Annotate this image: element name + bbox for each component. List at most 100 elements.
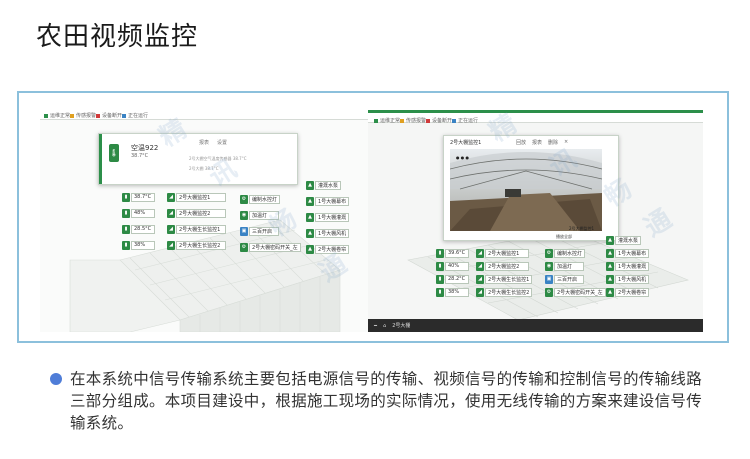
video-feed[interactable]: ● ● ● [450, 149, 602, 231]
sensor-temperature[interactable]: ▮ 39.6°C [436, 248, 469, 258]
close-icon[interactable]: × [564, 139, 568, 146]
control-label: 2号大棚密码开关_左 [554, 287, 606, 297]
camera-item[interactable]: ◢ 2号大棚监控2 [167, 208, 226, 218]
camera-item[interactable]: ◢ 2号大棚监控2 [476, 261, 529, 271]
left-dashboard-panel: 运维正常 传感报警 设备断开 正在运行 🌡 空温922 38.7°C 报表 设置 [40, 110, 368, 332]
control-label: 三百开启 [249, 226, 279, 236]
camera-item[interactable]: ◢ 2号大棚监控1 [167, 192, 226, 202]
camera-icon: ◢ [476, 287, 484, 297]
popup-hint: 2号大棚 38.7°C [189, 166, 219, 171]
device-item[interactable]: ▲ 2号大棚卷帘 [606, 287, 650, 297]
report-button[interactable]: 报表 [199, 139, 209, 146]
thermometer-icon: ▮ [122, 224, 130, 234]
switch-icon: ⚙ [545, 287, 553, 297]
sensor-value: 38% [445, 287, 469, 297]
device-item[interactable]: ▲ 1号大棚风机 [306, 228, 350, 238]
sensor-name: 空温922 [131, 144, 159, 152]
camera-item[interactable]: ◢ 2号大棚生长监控2 [167, 240, 226, 250]
device-item[interactable]: ▲ 1号大棚幕布 [306, 196, 350, 206]
device-item[interactable]: ▲ 1号大棚幕布 [606, 248, 650, 258]
video-popup-toolbar: 回放 报表 删除 × [516, 139, 568, 146]
control-item[interactable]: ◉ 加温灯 [545, 261, 584, 271]
video-popup-card[interactable]: 2号大棚监控1 回放 报表 删除 × ● ● ● 2号大棚监控1 播放全部 [443, 135, 619, 241]
device-item[interactable]: ▲ 1号大棚灌溉 [306, 212, 350, 222]
camera-label: 2号大棚监控2 [485, 261, 529, 271]
control-label: 编制水控灯 [554, 248, 586, 258]
fan-icon: ▲ [306, 228, 314, 238]
thermometer-icon: 🌡 [109, 144, 119, 162]
camera-icon: ◢ [167, 224, 175, 234]
sensor-soil-humidity[interactable]: ▮ 38% [436, 287, 469, 297]
light-icon: ◉ [545, 261, 553, 271]
light-icon: ◉ [240, 210, 248, 220]
pump-icon: ▲ [306, 180, 314, 190]
camera-label: 2号大棚监控2 [176, 208, 226, 218]
device-item[interactable]: ▲ 1号大棚灌溉 [606, 261, 650, 271]
greenhouse-camera-image: ● ● ● [450, 149, 602, 231]
delete-button[interactable]: 删除 [548, 139, 558, 146]
camera-caption: 2号大棚监控1 [569, 226, 595, 231]
thermometer-icon: ▮ [436, 274, 444, 284]
control-label: 2号大棚密码开关_左 [249, 242, 301, 252]
camera-item[interactable]: ◢ 2号大棚生长监控2 [476, 287, 533, 297]
control-item[interactable]: ⚙ 编制水控灯 [240, 194, 281, 204]
sensor-soil-temp[interactable]: ▮ 28.2°C [436, 274, 469, 284]
thermometer-icon: ▮ [122, 192, 130, 202]
control-item[interactable]: ▣ 三百开启 [240, 226, 279, 236]
video-timestamp: ● ● ● [456, 155, 470, 160]
control-item[interactable]: ⚙ 2号大棚密码开关_左 [240, 242, 301, 252]
sensor-humidity[interactable]: ▮ 48% [122, 208, 155, 218]
switch-icon: ⚙ [240, 242, 248, 252]
humidity-icon: ▮ [122, 240, 130, 250]
playback-button[interactable]: 回放 [516, 139, 526, 146]
sensor-value: 40% [445, 261, 469, 271]
device-item[interactable]: ▲ 2号大棚卷帘 [306, 244, 350, 254]
sensor-humidity[interactable]: ▮ 40% [436, 261, 469, 271]
settings-button[interactable]: 设置 [217, 139, 227, 146]
camera-label: 2号大棚生长监控1 [176, 224, 226, 234]
curtain-icon: ▲ [306, 196, 314, 206]
control-item[interactable]: ⚙ 2号大棚密码开关_左 [545, 287, 606, 297]
irrigation-icon: ▲ [306, 212, 314, 222]
popup-hint: 2号大棚空气温度传感器 38.7°C [189, 156, 247, 161]
play-all-button[interactable]: 播放全部 [556, 234, 572, 240]
minimize-icon[interactable]: ━ [374, 323, 377, 329]
popup-accent-bar [99, 134, 102, 184]
bottom-status-bar: ━ ⌂ 2号大棚 [368, 319, 703, 332]
device-label: 1号大棚幕布 [615, 248, 650, 258]
page-title: 农田视频监控 [36, 22, 199, 52]
switch-icon: ▣ [240, 226, 248, 236]
control-item[interactable]: ⚙ 编制水控灯 [545, 248, 586, 258]
pump-icon: ▲ [606, 235, 614, 245]
control-label: 加温灯 [249, 210, 279, 220]
sensor-popup-card[interactable]: 🌡 空温922 38.7°C 报表 设置 2号大棚空气温度传感器 38.7°C … [98, 133, 298, 185]
control-item[interactable]: ▣ 三百开启 [545, 274, 584, 284]
camera-item[interactable]: ◢ 2号大棚监控1 [476, 248, 529, 258]
device-item[interactable]: ▲ 灌溉水泵 [606, 235, 642, 245]
sensor-value: 39.6°C [445, 248, 469, 258]
right-dashboard-panel: 运维正常 传感报警 设备断开 正在运行 2号大棚监控1 回放 报表 删除 × ●… [368, 110, 703, 332]
curtain-icon: ▲ [306, 244, 314, 254]
home-icon[interactable]: ⌂ [383, 323, 386, 329]
device-item[interactable]: ▲ 灌溉水泵 [306, 180, 342, 190]
sensor-temperature[interactable]: ▮ 38.7°C [122, 192, 155, 202]
sensor-soil-humidity[interactable]: ▮ 38% [122, 240, 155, 250]
control-item[interactable]: ◉ 加温灯 [240, 210, 279, 220]
humidity-icon: ▮ [436, 287, 444, 297]
report-button[interactable]: 报表 [532, 139, 542, 146]
device-item[interactable]: ▲ 1号大棚风机 [606, 274, 650, 284]
control-label: 编制水控灯 [249, 194, 281, 204]
fan-icon: ▲ [606, 274, 614, 284]
camera-icon: ◢ [167, 208, 175, 218]
current-location: 2号大棚 [392, 323, 411, 329]
device-label: 1号大棚灌溉 [315, 212, 350, 222]
bullet-icon [50, 373, 62, 385]
device-label: 灌溉水泵 [315, 180, 342, 190]
switch-icon: ⚙ [240, 194, 248, 204]
device-label: 2号大棚卷帘 [615, 287, 650, 297]
camera-item[interactable]: ◢ 2号大棚生长监控1 [476, 274, 533, 284]
camera-item[interactable]: ◢ 2号大棚生长监控1 [167, 224, 226, 234]
description-text: 在本系统中信号传输系统主要包括电源信号的传输、视频信号的传输和控制信号的传输线路… [70, 370, 703, 432]
sensor-soil-temp[interactable]: ▮ 28.5°C [122, 224, 155, 234]
camera-label: 2号大棚生长监控2 [485, 287, 533, 297]
